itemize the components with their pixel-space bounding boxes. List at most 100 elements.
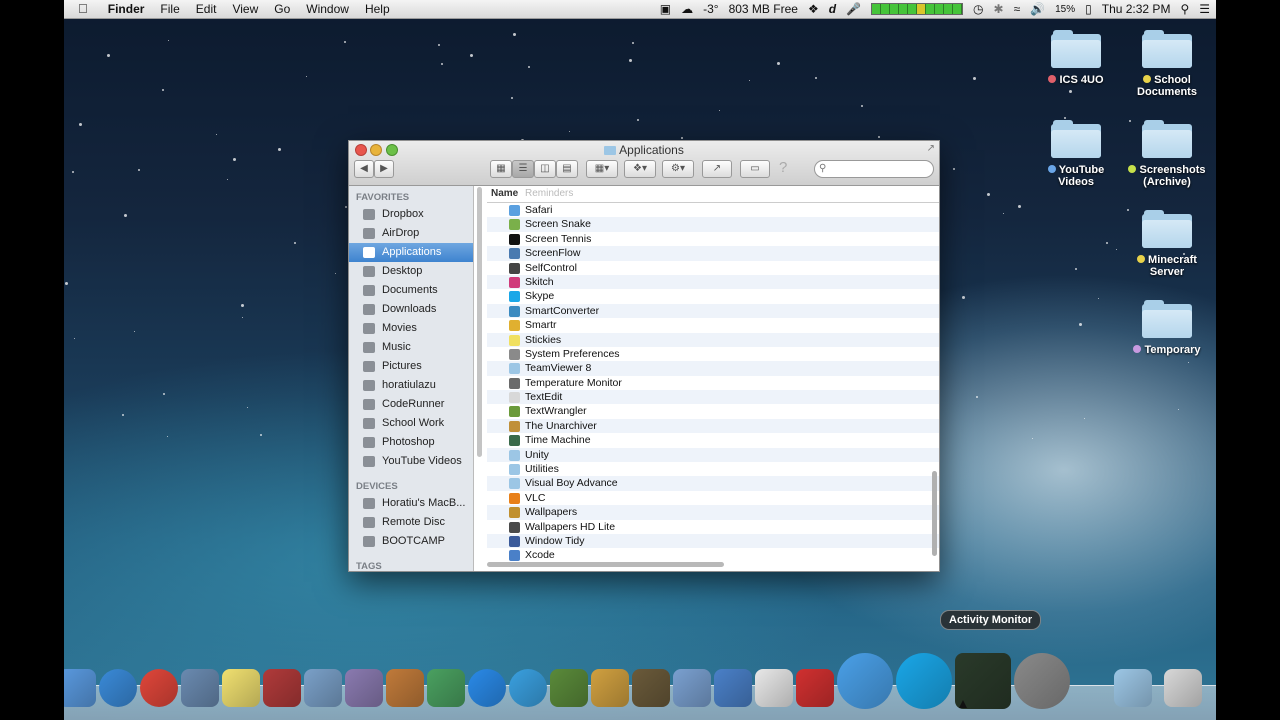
sidebar-item-music[interactable]: Music <box>349 338 473 357</box>
memory-readout[interactable]: 803 MB Free <box>729 2 798 16</box>
file-row[interactable]: Utilities <box>487 462 939 476</box>
microphone-icon[interactable]: 🎤 <box>846 2 861 16</box>
clock[interactable]: Thu 2:32 PM <box>1102 2 1171 16</box>
dictionary-icon[interactable] <box>263 669 301 707</box>
sidebar-device-1[interactable]: Remote Disc <box>349 513 473 532</box>
file-row[interactable]: Window Tidy <box>487 533 939 549</box>
finder-icon[interactable] <box>64 669 96 707</box>
menu-go[interactable]: Go <box>266 0 298 18</box>
j-icon[interactable] <box>755 669 793 707</box>
apple-menu-icon[interactable]:  <box>64 0 100 18</box>
sidebar-item-applications[interactable]: Applications <box>349 243 473 262</box>
battery-icon[interactable]: ▯ <box>1085 2 1092 16</box>
dropbox-status-icon[interactable]: ❖ <box>808 2 819 16</box>
sidebar-item-coderunner[interactable]: CodeRunner <box>349 395 473 414</box>
desktop-folder-minecraft-server[interactable]: Minecraft Server <box>1122 210 1212 278</box>
bluetooth-icon[interactable]: ✱ <box>994 2 1004 16</box>
sidebar-item-pictures[interactable]: Pictures <box>349 357 473 376</box>
spotlight-search-icon[interactable]: ⚲ <box>1180 2 1189 16</box>
imovie-icon[interactable] <box>632 669 670 707</box>
file-row[interactable]: Xcode <box>487 548 939 562</box>
skype-icon[interactable] <box>896 653 952 709</box>
help-icon[interactable]: ? <box>779 159 787 176</box>
cover-flow-button[interactable]: ▤ <box>556 160 578 178</box>
back-button[interactable]: ◀ <box>354 160 374 178</box>
sidebar-item-documents[interactable]: Documents <box>349 281 473 300</box>
file-row[interactable]: System Preferences <box>487 347 939 361</box>
desktop-folder-screenshots-archive[interactable]: Screenshots (Archive) <box>1122 120 1212 188</box>
file-row[interactable]: SelfControl <box>487 261 939 275</box>
tags-button[interactable]: ▭ <box>740 160 770 178</box>
keynote-icon[interactable] <box>386 669 424 707</box>
desktop-folder-temporary[interactable]: Temporary <box>1122 300 1212 356</box>
applications-folder-icon[interactable] <box>1114 669 1152 707</box>
sidebar-item-school-work[interactable]: School Work <box>349 414 473 433</box>
xcode-icon[interactable] <box>714 669 752 707</box>
sidebar-item-downloads[interactable]: Downloads <box>349 300 473 319</box>
menu-view[interactable]: View <box>224 0 266 18</box>
file-row[interactable]: Safari <box>487 203 939 217</box>
sidebar-item-dropbox[interactable]: Dropbox <box>349 205 473 224</box>
sidebar-item-airdrop[interactable]: AirDrop <box>349 224 473 243</box>
temperature-readout[interactable]: -3° <box>703 2 718 16</box>
sidebar-scrollbar[interactable] <box>477 187 482 457</box>
desktop-folder-ics-4uo[interactable]: ICS 4UO <box>1031 30 1121 86</box>
desktop-folder-youtube-videos[interactable]: YouTube Videos <box>1031 120 1121 188</box>
file-row[interactable]: Temperature Monitor <box>487 376 939 390</box>
file-row[interactable]: TextWrangler <box>487 404 939 418</box>
column-header-name[interactable]: Name Reminders <box>487 186 939 203</box>
forward-button[interactable]: ▶ <box>374 160 394 178</box>
file-row[interactable]: Unity <box>487 447 939 463</box>
chrome-icon[interactable] <box>140 669 178 707</box>
file-row[interactable]: ScreenFlow <box>487 246 939 261</box>
photo-icon[interactable] <box>591 669 629 707</box>
weather-icon[interactable]: ☁ <box>681 2 693 16</box>
safari-icon[interactable] <box>99 669 137 707</box>
share-button[interactable]: ↗ <box>702 160 732 178</box>
sidebar-item-photoshop[interactable]: Photoshop <box>349 433 473 452</box>
camera-icon[interactable]: ▣ <box>660 2 671 16</box>
script-editor-icon[interactable] <box>345 669 383 707</box>
sidebar-item-horatiulazu[interactable]: horatiulazu <box>349 376 473 395</box>
stickies-icon[interactable] <box>222 669 260 707</box>
file-row[interactable]: The Unarchiver <box>487 418 939 434</box>
iphoto-icon[interactable] <box>304 669 342 707</box>
menu-edit[interactable]: Edit <box>188 0 225 18</box>
sidebar-device-2[interactable]: BOOTCAMP <box>349 532 473 551</box>
action-gear-button[interactable]: ⚙▾ <box>662 160 694 178</box>
file-row[interactable]: Time Machine <box>487 433 939 447</box>
minecraft-icon[interactable] <box>550 669 588 707</box>
battery-percent[interactable]: 15% <box>1055 4 1075 15</box>
list-view-button[interactable]: ☰ <box>512 160 534 178</box>
app-store-icon[interactable] <box>468 669 506 707</box>
system-preferences-icon[interactable] <box>1014 653 1070 709</box>
dropbox-button[interactable]: ❖▾ <box>624 160 656 178</box>
file-row[interactable]: VLC <box>487 491 939 505</box>
file-row[interactable]: Visual Boy Advance <box>487 476 939 491</box>
file-row[interactable]: Screen Snake <box>487 217 939 232</box>
menu-file[interactable]: File <box>152 0 187 18</box>
sidebar-item-movies[interactable]: Movies <box>349 319 473 338</box>
file-row[interactable]: Skype <box>487 289 939 303</box>
sidebar-device-0[interactable]: Horatiu's MacB... <box>349 494 473 513</box>
menu-app-finder[interactable]: Finder <box>100 0 153 18</box>
desktop-folder-school-documents[interactable]: School Documents <box>1122 30 1212 98</box>
preview-icon[interactable] <box>181 669 219 707</box>
file-row[interactable]: Stickies <box>487 332 939 347</box>
time-machine-icon[interactable]: ◷ <box>973 2 983 16</box>
column-view-button[interactable]: ◫ <box>534 160 556 178</box>
messages-icon[interactable] <box>837 653 893 709</box>
downloads-icon[interactable] <box>1164 669 1202 707</box>
file-row[interactable]: Screen Tennis <box>487 232 939 246</box>
file-row[interactable]: TextEdit <box>487 390 939 405</box>
menu-window[interactable]: Window <box>298 0 357 18</box>
arrange-button[interactable]: ▦▾ <box>586 160 618 178</box>
file-row[interactable]: Wallpapers <box>487 505 939 520</box>
screen-icon[interactable] <box>796 669 834 707</box>
file-row[interactable]: Smartr <box>487 318 939 332</box>
menu-help[interactable]: Help <box>357 0 398 18</box>
cpu-meter[interactable] <box>871 3 964 15</box>
notification-center-icon[interactable]: ☰ <box>1199 2 1210 16</box>
sidebar-item-youtube-videos[interactable]: YouTube Videos <box>349 452 473 471</box>
file-row[interactable]: TeamViewer 8 <box>487 361 939 376</box>
